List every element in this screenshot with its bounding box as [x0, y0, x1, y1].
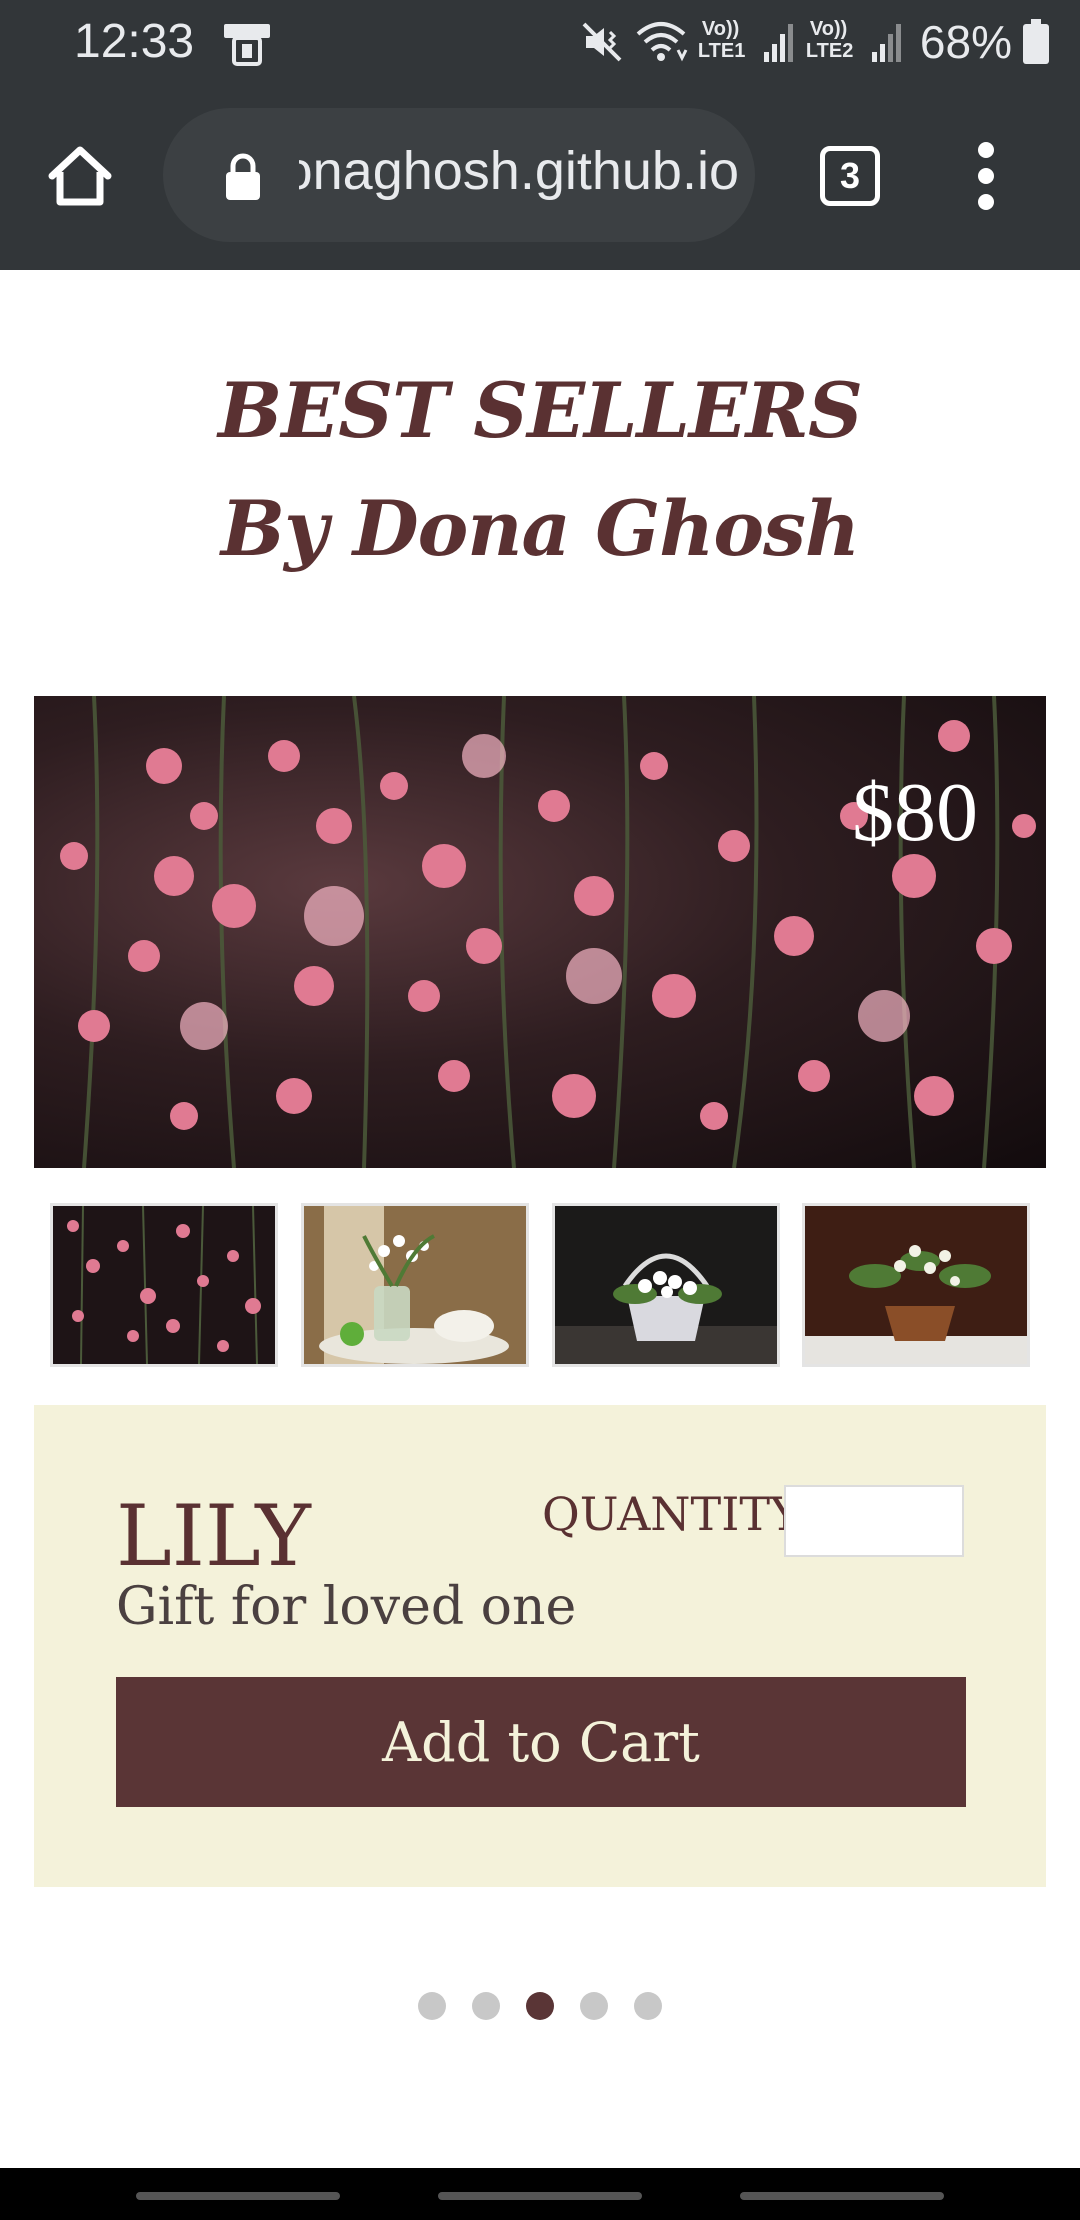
battery-percent: 68% — [919, 16, 1012, 68]
battery-icon — [1023, 19, 1049, 64]
status-time: 12:33 — [74, 15, 195, 68]
lte2-top-label: Vo)) — [809, 18, 848, 40]
nav-back-button[interactable] — [740, 2192, 944, 2200]
lte1-bottom-label: LTE1 — [697, 40, 746, 62]
lte1-top-label: Vo)) — [701, 18, 740, 40]
device-icon — [224, 24, 270, 66]
thumbnail-lily-pot[interactable] — [802, 1203, 1030, 1367]
signal-2-icon — [871, 24, 901, 62]
thumbnail-pink-blossoms-image — [53, 1206, 275, 1364]
status-icons: Vo)) LTE1 Vo)) LTE2 68% — [580, 14, 1050, 70]
hero-image[interactable]: $80 — [34, 696, 1046, 1168]
page-title-line1: BEST SELLERS — [218, 366, 863, 455]
quantity-label: QUANTITY — [542, 1487, 801, 1541]
product-description: Gift for loved one — [116, 1577, 577, 1637]
more-vert-icon[interactable] — [966, 140, 1006, 212]
nav-home-button[interactable] — [438, 2192, 642, 2200]
thumbnail-lily-basket[interactable] — [552, 1203, 780, 1367]
product-name: LILY — [116, 1487, 311, 1585]
add-to-cart-button[interactable]: Add to Cart — [116, 1677, 966, 1807]
carousel-dots — [0, 1992, 1080, 2022]
url-value: donaghosh.github.io — [299, 141, 739, 201]
address-bar[interactable]: donaghosh.github.io — [163, 108, 755, 242]
browser-toolbar: donaghosh.github.io 3 — [0, 86, 1080, 270]
thumbnail-strip — [50, 1203, 1030, 1367]
carousel-dot[interactable] — [634, 1992, 662, 2020]
tabs-button[interactable]: 3 — [820, 146, 880, 206]
signal-1-icon — [763, 24, 793, 62]
thumbnail-lily-teacup[interactable] — [301, 1203, 529, 1367]
lte2-bottom-label: LTE2 — [805, 40, 854, 62]
quantity-input[interactable] — [784, 1485, 964, 1557]
page-title-line2: By Dona Ghosh — [220, 484, 860, 573]
thumbnail-lily-pot-image — [805, 1206, 1027, 1364]
product-panel: LILY QUANTITY Gift for loved one Add to … — [34, 1405, 1046, 1887]
volte-lte2-icon: Vo)) LTE2 — [806, 18, 860, 66]
mute-icon — [582, 22, 622, 62]
tab-count: 3 — [839, 155, 861, 196]
page-title: BEST SELLERS By Dona Ghosh — [0, 352, 1080, 588]
system-nav-bar — [0, 2168, 1080, 2220]
thumbnail-pink-blossoms[interactable] — [50, 1203, 278, 1367]
url-text[interactable]: donaghosh.github.io — [299, 140, 739, 210]
carousel-dot[interactable] — [418, 1992, 446, 2020]
thumbnail-lily-basket-image — [555, 1206, 777, 1364]
carousel-dot-active[interactable] — [526, 1992, 554, 2020]
carousel-dot[interactable] — [472, 1992, 500, 2020]
hero-price: $80 — [852, 766, 978, 859]
wifi-icon — [636, 22, 688, 62]
lock-icon — [226, 153, 260, 200]
home-icon[interactable] — [44, 140, 116, 212]
thumbnail-lily-teacup-image — [304, 1206, 526, 1364]
nav-recents-button[interactable] — [136, 2192, 340, 2200]
carousel-dot[interactable] — [580, 1992, 608, 2020]
status-bar: 12:33 Vo)) LTE1 Vo)) LTE2 68% — [0, 0, 1080, 86]
volte-lte1-icon: Vo)) LTE1 — [698, 18, 752, 66]
